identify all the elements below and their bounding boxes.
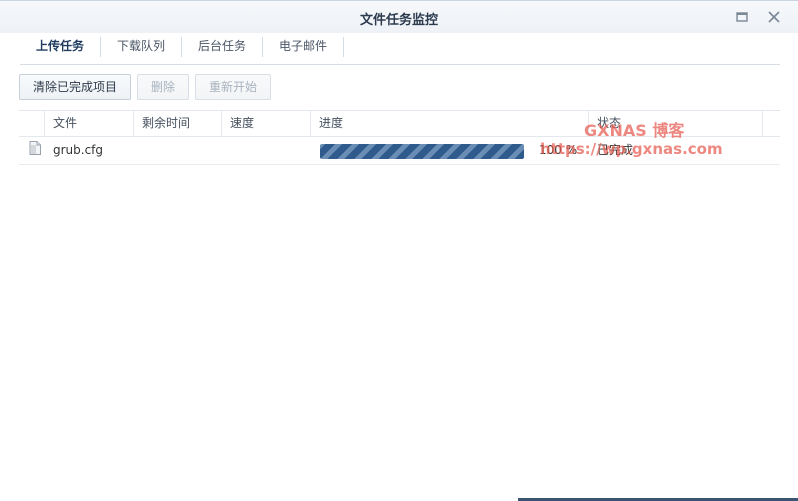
restart-button[interactable]: 重新开始 bbox=[195, 74, 272, 100]
tab-email[interactable]: 电子邮件 bbox=[263, 33, 343, 61]
delete-button[interactable]: 删除 bbox=[137, 74, 190, 100]
column-header-file[interactable]: 文件 bbox=[45, 111, 134, 137]
column-header-speed[interactable]: 速度 bbox=[222, 111, 311, 137]
column-header-remaining-time[interactable]: 剩余时间 bbox=[134, 111, 222, 137]
clear-completed-button[interactable]: 清除已完成项目 bbox=[19, 74, 132, 100]
column-header-icon bbox=[19, 111, 45, 137]
column-header-progress[interactable]: 进度 bbox=[311, 111, 589, 137]
tab-bar: 上传任务 下载队列 后台任务 电子邮件 bbox=[20, 33, 345, 63]
status-text: 已完成 bbox=[597, 143, 634, 157]
file-icon bbox=[29, 141, 41, 155]
progress-bar-fill bbox=[320, 144, 524, 159]
tab-background-tasks[interactable]: 后台任务 bbox=[182, 33, 262, 61]
maximize-icon[interactable] bbox=[734, 9, 750, 25]
tab-upload-tasks[interactable]: 上传任务 bbox=[20, 33, 100, 61]
table-row[interactable]: grub.cfg 100 % 已完成 bbox=[19, 137, 780, 165]
tab-underline bbox=[20, 64, 780, 65]
file-name: grub.cfg bbox=[53, 143, 104, 157]
tab-divider bbox=[343, 37, 345, 57]
close-icon[interactable] bbox=[766, 9, 782, 25]
progress-bar bbox=[320, 144, 524, 159]
toolbar: 清除已完成项目 删除 重新开始 bbox=[19, 74, 272, 100]
window-title: 文件任务监控 bbox=[359, 13, 438, 28]
progress-percent: 100 % bbox=[539, 143, 578, 157]
file-task-monitor-window: 文件任务监控 上传任务 下载队列 后台任务 电子邮件 清除已完成项目 删除 重新… bbox=[0, 0, 798, 501]
grid-header: 文件 剩余时间 速度 进度 状态 bbox=[19, 110, 780, 137]
title-bar: 文件任务监控 bbox=[0, 1, 798, 33]
tab-download-queue[interactable]: 下载队列 bbox=[101, 33, 181, 61]
column-header-status[interactable]: 状态 bbox=[589, 111, 763, 137]
